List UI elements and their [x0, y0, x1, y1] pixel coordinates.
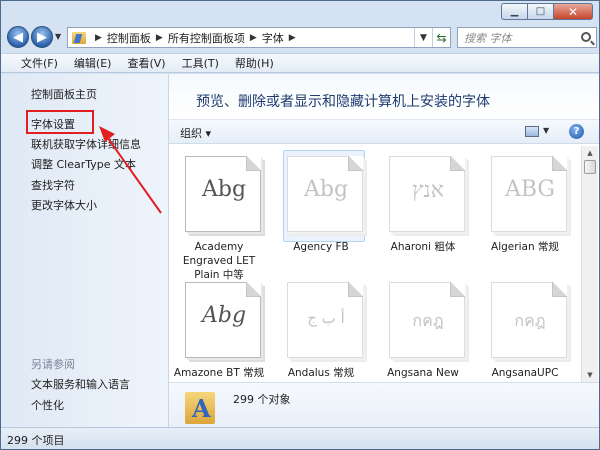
- font-preview-glyph: กคฎ: [514, 311, 546, 330]
- minimize-button[interactable]: ▁: [501, 3, 527, 20]
- search-input[interactable]: 搜索 字体: [457, 27, 597, 48]
- personalization-link[interactable]: 个性化: [31, 397, 64, 413]
- main-content: 预览、删除或者显示和隐藏计算机上安装的字体 组织 ▾ ▼ ? Abg Acade…: [169, 74, 599, 427]
- font-preview-glyph: Abg: [201, 177, 247, 202]
- fonts-folder-large-icon: [185, 388, 215, 424]
- recent-pages-dropdown-icon[interactable]: ▼: [55, 32, 61, 41]
- refresh-icon[interactable]: ⇆: [432, 28, 450, 47]
- menu-help[interactable]: 帮助(H): [235, 55, 274, 71]
- font-item-selected[interactable]: Abg Agency FB: [271, 146, 371, 266]
- menu-file[interactable]: 文件(F): [21, 55, 58, 71]
- font-item[interactable]: Abg Academy Engraved LET Plain 中等: [169, 146, 269, 281]
- item-count-status: 299 个项目: [7, 434, 65, 447]
- content-header: 预览、删除或者显示和隐藏计算机上安装的字体: [169, 74, 599, 118]
- font-file-icon: אנץ: [389, 156, 465, 232]
- chevron-right-icon[interactable]: ▶: [250, 33, 257, 43]
- vertical-scrollbar[interactable]: ▲ ▼: [581, 146, 598, 382]
- font-name: Algerian 常规: [491, 241, 559, 253]
- annotation-highlight-box: [26, 110, 94, 134]
- breadcrumb-all-items[interactable]: 所有控制面板项: [168, 30, 245, 46]
- menu-view[interactable]: 查看(V): [127, 55, 165, 71]
- font-file-icon: Abg: [185, 156, 261, 232]
- see-also-heading: 另请参阅: [31, 358, 75, 371]
- font-name: Angsana New: [387, 367, 459, 379]
- font-preview-glyph: ABG: [504, 177, 556, 202]
- search-placeholder: 搜索 字体: [464, 31, 512, 45]
- view-dropdown-icon[interactable]: ▼: [543, 126, 549, 135]
- back-button[interactable]: ◀: [7, 26, 29, 48]
- font-item[interactable]: กคฎ AngsanaUPC: [475, 272, 575, 382]
- object-count: 299 个对象: [233, 393, 291, 406]
- command-bar: 组织 ▾ ▼ ?: [169, 119, 599, 144]
- font-name: AngsanaUPC: [491, 367, 559, 379]
- find-character-link[interactable]: 查找字符: [31, 177, 75, 193]
- organize-button[interactable]: 组织 ▾: [180, 125, 211, 141]
- address-dropdown-icon[interactable]: ▼: [414, 28, 432, 47]
- caption-buttons: ▁ □ ✕: [501, 3, 593, 20]
- navigation-bar: ◀ ▶ ▼ ▶ 控制面板 ▶ 所有控制面板项 ▶ 字体 ▶ ▼ ⇆ 搜索 字体: [5, 25, 597, 51]
- chevron-right-icon[interactable]: ▶: [289, 33, 296, 43]
- explorer-window: ▁ □ ✕ ◀ ▶ ▼ ▶ 控制面板 ▶ 所有控制面板项 ▶ 字体 ▶ ▼ ⇆ …: [0, 0, 600, 450]
- font-file-icon: أ ب ج: [287, 282, 363, 358]
- details-pane: 299 个对象: [169, 382, 599, 427]
- close-button[interactable]: ✕: [553, 3, 593, 20]
- font-file-icon: ABG: [491, 156, 567, 232]
- breadcrumb-fonts[interactable]: 字体: [262, 30, 284, 46]
- font-file-icon: Abg: [287, 156, 363, 232]
- page-title: 预览、删除或者显示和隐藏计算机上安装的字体: [196, 94, 490, 110]
- font-file-icon: กคฎ: [389, 282, 465, 358]
- font-preview-glyph: กคฎ: [412, 311, 444, 330]
- maximize-button[interactable]: □: [527, 3, 553, 20]
- help-icon[interactable]: ?: [569, 124, 584, 139]
- scroll-down-icon[interactable]: ▼: [582, 368, 598, 382]
- control-panel-home-link[interactable]: 控制面板主页: [31, 86, 97, 102]
- cleartype-link[interactable]: 调整 ClearType 文本: [31, 156, 136, 172]
- menu-tools[interactable]: 工具(T): [182, 55, 219, 71]
- chevron-right-icon[interactable]: ▶: [156, 33, 163, 43]
- font-item[interactable]: กคฎ Angsana New: [373, 272, 473, 382]
- font-preview-glyph: Abg: [303, 177, 349, 202]
- search-icon[interactable]: [581, 32, 591, 42]
- organize-label: 组织: [180, 127, 202, 140]
- font-name: Aharoni 粗体: [390, 241, 456, 253]
- font-item[interactable]: ABG Algerian 常规: [475, 146, 575, 266]
- chevron-right-icon[interactable]: ▶: [95, 33, 102, 43]
- font-name: Agency FB: [293, 241, 349, 253]
- font-item[interactable]: אנץ Aharoni 粗体: [373, 146, 473, 266]
- font-item[interactable]: أ ب ج Andalus 常规: [271, 272, 371, 382]
- text-services-link[interactable]: 文本服务和输入语言: [31, 376, 130, 392]
- status-bar: 299 个项目: [1, 427, 599, 449]
- change-view-icon[interactable]: [525, 126, 539, 137]
- menu-edit[interactable]: 编辑(E): [74, 55, 112, 71]
- scroll-up-icon[interactable]: ▲: [582, 146, 598, 160]
- font-list: Abg Academy Engraved LET Plain 中等 Abg Ag…: [169, 146, 579, 382]
- font-preview-glyph: Abg: [201, 303, 247, 328]
- font-name: Amazone BT 常规: [173, 367, 265, 379]
- breadcrumb-control-panel[interactable]: 控制面板: [107, 30, 151, 46]
- scroll-thumb[interactable]: [584, 160, 596, 174]
- forward-button[interactable]: ▶: [31, 26, 53, 48]
- font-preview-glyph: אנץ: [412, 178, 444, 203]
- font-item[interactable]: Abg Amazone BT 常规: [169, 272, 269, 382]
- menu-bar: 文件(F) 编辑(E) 查看(V) 工具(T) 帮助(H): [1, 53, 599, 73]
- font-file-icon: Abg: [185, 282, 261, 358]
- font-file-icon: กคฎ: [491, 282, 567, 358]
- online-font-info-link[interactable]: 联机获取字体详细信息: [31, 136, 141, 152]
- fonts-folder-icon: [72, 31, 86, 44]
- font-name: Andalus 常规: [287, 367, 355, 379]
- change-font-size-link[interactable]: 更改字体大小: [31, 197, 97, 213]
- address-bar[interactable]: ▶ 控制面板 ▶ 所有控制面板项 ▶ 字体 ▶ ▼ ⇆: [67, 27, 451, 48]
- font-preview-glyph: أ ب ج: [307, 309, 345, 327]
